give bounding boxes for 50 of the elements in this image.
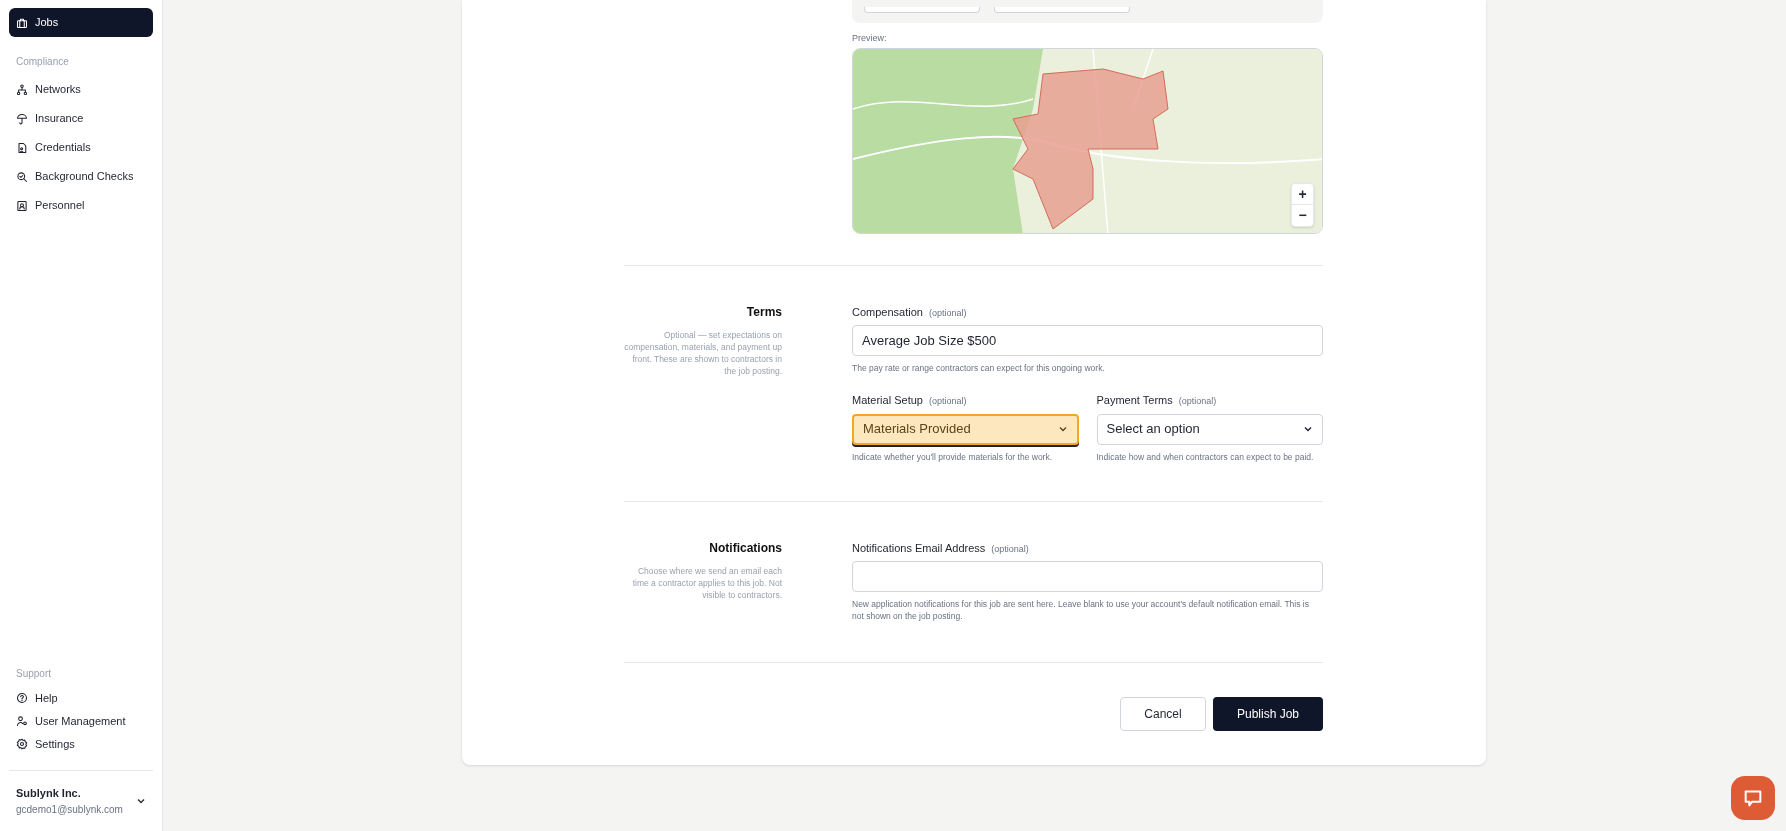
- nav-item[interactable]: Credentials: [9, 133, 153, 162]
- section-description: Optional — set expectations on compensation, materials, and payment up front. These are shown to contractors in the job posting.: [624, 328, 782, 377]
- text-field[interactable]: Average Job Size $500: [852, 325, 1323, 356]
- help-text: Indicate whether you'll provide materials for the work.: [852, 450, 1054, 463]
- nav-item[interactable]: Jobs: [9, 8, 153, 37]
- field-label: Payment Terms: [1096, 393, 1173, 408]
- nav-item[interactable]: Settings: [9, 732, 153, 756]
- nav-item[interactable]: Background Checks: [9, 162, 153, 191]
- nav-item[interactable]: Networks: [9, 75, 153, 104]
- briefcase-icon: [16, 16, 28, 29]
- select-field[interactable]: Select an option: [1096, 413, 1323, 445]
- section-title: Terms: [745, 303, 782, 321]
- settings-icon: [16, 738, 28, 750]
- help-icon: [16, 692, 28, 704]
- field-label: Compensation: [852, 304, 923, 320]
- chevron-down-icon: [1057, 424, 1068, 434]
- zoom-in-button[interactable]: +: [1292, 183, 1313, 205]
- account-name: Sublynk Inc.: [16, 785, 82, 801]
- id-badge-icon: [16, 199, 28, 212]
- optional-label: (optional): [991, 542, 1029, 556]
- section-title: Notifications: [708, 539, 782, 557]
- nav-item[interactable]: Insurance: [9, 104, 153, 133]
- field-label: Notifications Email Address: [852, 540, 986, 556]
- cancel-button[interactable]: Cancel: [1120, 697, 1206, 731]
- section-heading: Support: [15, 666, 53, 681]
- nav-item[interactable]: User Management: [9, 709, 153, 733]
- publish-button[interactable]: Publish Job: [1213, 697, 1323, 731]
- field-label: Material Setup: [852, 393, 923, 408]
- section-description: Choose where we send an email each time a contractor applies to this job. Not visible to contractors.: [631, 564, 782, 601]
- account-email: gcdemo1@sublynk.com: [16, 803, 123, 817]
- preview-label: Preview:: [852, 32, 888, 45]
- help-text: The pay rate or range contractors can expect for this ongoing work.: [852, 362, 1106, 374]
- section-heading: Compliance: [15, 55, 70, 69]
- optional-label: (optional): [928, 306, 967, 320]
- select-field[interactable]: Materials Provided: [852, 413, 1079, 445]
- help-text: Indicate how and when contractors can expect to be paid.: [1096, 450, 1315, 463]
- search-icon: [16, 170, 28, 183]
- nav-item[interactable]: Personnel: [9, 191, 153, 220]
- zoom-out-button[interactable]: −: [1292, 204, 1313, 226]
- help-text: New application notifications for this job are sent here. Leave blank to use your account's default notification email. This is not shown on the job posting.: [852, 598, 1310, 622]
- optional-label: (optional): [1178, 395, 1217, 408]
- network-icon: [16, 83, 28, 96]
- umbrella-icon: [16, 112, 28, 125]
- document-icon: [16, 141, 28, 154]
- text-field[interactable]: [852, 561, 1323, 592]
- user-settings-icon: [16, 715, 28, 727]
- optional-label: (optional): [928, 395, 967, 408]
- chevron-down-icon: [1303, 424, 1313, 434]
- nav-item[interactable]: Help: [9, 686, 153, 710]
- chat-button[interactable]: [1731, 776, 1775, 820]
